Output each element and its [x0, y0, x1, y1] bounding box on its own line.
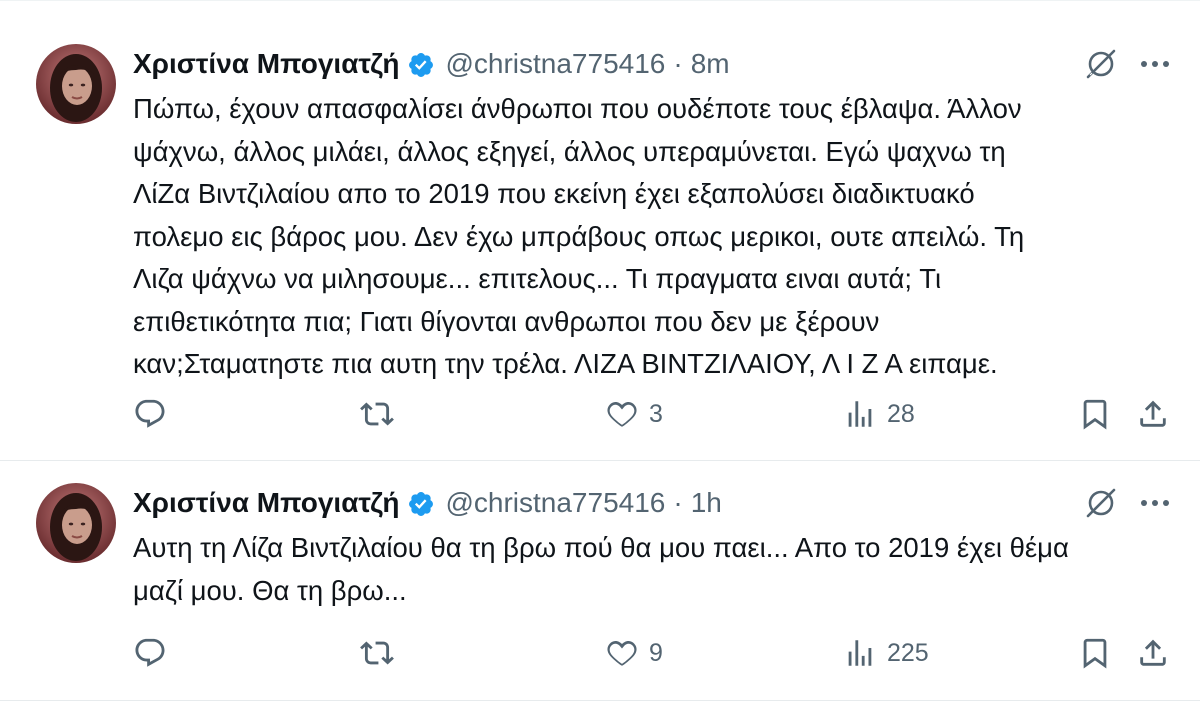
grok-icon[interactable] [1083, 485, 1119, 521]
separator-dot: · [673, 48, 683, 79]
tweet-text: Αυτη τη Λίζα Βιντζιλαίου θα τη βρω πού θ… [133, 532, 1069, 606]
views-count: 225 [887, 638, 929, 667]
author-name[interactable]: Χριστίνα Μπογιατζή [133, 44, 399, 84]
views-count: 28 [887, 399, 915, 428]
tweet-header: Χριστίνα Μπογιατζή @christna775416 · 1h [133, 483, 722, 523]
views-button[interactable]: 28 [843, 394, 915, 434]
heart-icon [605, 636, 639, 670]
author-handle[interactable]: @christna775416 [445, 44, 665, 84]
separator-dot: · [673, 487, 683, 518]
bookmark-icon [1078, 636, 1112, 670]
author-name[interactable]: Χριστίνα Μπογιατζή [133, 483, 399, 523]
heart-icon [605, 397, 639, 431]
tweet-actions: 9 225 [0, 633, 1200, 673]
share-button[interactable] [1136, 633, 1170, 673]
tweet-actions: 3 28 [0, 394, 1200, 434]
share-icon [1136, 397, 1170, 431]
reply-button[interactable] [133, 633, 177, 673]
reply-icon [133, 397, 167, 431]
tweet-text: Πώπω, έχουν απασφαλίσει άνθρωποι που ουδ… [133, 93, 1025, 379]
reply-button[interactable] [133, 394, 177, 434]
bookmark-button[interactable] [1078, 394, 1112, 434]
author-handle[interactable]: @christna775416 [445, 483, 665, 523]
bookmark-button[interactable] [1078, 633, 1112, 673]
tweet-header: Χριστίνα Μπογιατζή @christna775416 · 8m [133, 44, 730, 84]
verified-badge-icon[interactable] [407, 50, 435, 78]
tweet[interactable]: Χριστίνα Μπογιατζή @christna775416 · 1h [0, 461, 1200, 701]
repost-button[interactable] [360, 394, 404, 434]
analytics-icon [843, 397, 877, 431]
reply-icon [133, 636, 167, 670]
more-icon[interactable] [1137, 46, 1173, 82]
avatar[interactable] [36, 44, 116, 124]
more-icon[interactable] [1137, 485, 1173, 521]
tweet[interactable]: Χριστίνα Μπογιατζή @christna775416 · 8m [0, 1, 1200, 461]
repost-button[interactable] [360, 633, 404, 673]
timeline: Χριστίνα Μπογιατζή @christna775416 · 8m [0, 0, 1200, 713]
bookmark-icon [1078, 397, 1112, 431]
share-button[interactable] [1136, 394, 1170, 434]
like-count: 9 [649, 638, 663, 667]
verified-badge-icon[interactable] [407, 489, 435, 517]
repost-icon [360, 397, 394, 431]
views-button[interactable]: 225 [843, 633, 929, 673]
like-count: 3 [649, 399, 663, 428]
grok-icon[interactable] [1083, 46, 1119, 82]
like-button[interactable]: 9 [605, 633, 663, 673]
like-button[interactable]: 3 [605, 394, 663, 434]
avatar[interactable] [36, 483, 116, 563]
analytics-icon [843, 636, 877, 670]
timestamp[interactable]: 1h [691, 483, 722, 523]
share-icon [1136, 636, 1170, 670]
repost-icon [360, 636, 394, 670]
timestamp[interactable]: 8m [691, 44, 730, 84]
